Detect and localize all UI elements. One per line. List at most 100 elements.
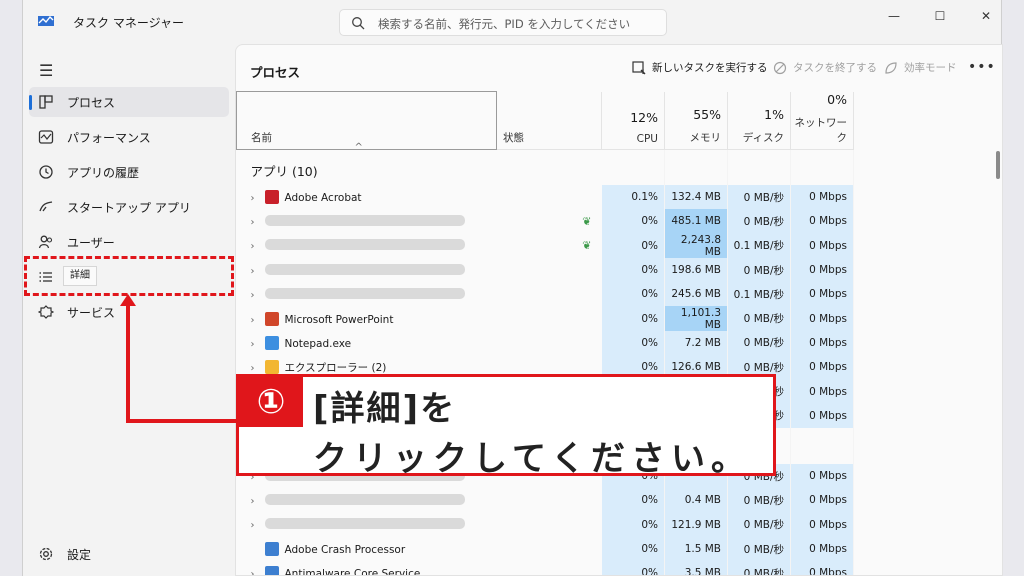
process-name-cell: › <box>237 209 497 233</box>
leaf-icon <box>885 61 897 74</box>
net-cell: 0 Mbps <box>790 209 854 234</box>
chevron-right-icon[interactable]: › <box>251 363 265 374</box>
cpu-cell: 0% <box>601 512 665 537</box>
processes-icon <box>39 95 53 109</box>
chevron-right-icon[interactable]: › <box>251 193 265 204</box>
step-number: ① <box>239 377 303 427</box>
startup-icon <box>39 201 53 212</box>
process-name-cell: › Antimalware Core Service <box>237 561 497 576</box>
process-table: ^ 名前 状態 12% CPU 55% メモリ 1% ディスク 0% ネットワーク アプ… <box>236 91 854 576</box>
process-name-cell: › <box>237 282 497 306</box>
cpu-cell: 0% <box>601 561 665 575</box>
disk-cell: 0.1 MB/秒 <box>727 282 791 307</box>
process-icon <box>264 335 279 350</box>
net-cell: 0 Mbps <box>790 536 854 562</box>
maximize-button[interactable]: ☐ <box>925 6 955 26</box>
instruction-line-1: [詳細]を <box>313 389 457 429</box>
sidebar-item-app-history[interactable]: アプリの履歴 <box>29 157 229 187</box>
table-row[interactable]: › ❦ 0% 485.1 MB 0 MB/秒 0 Mbps <box>237 209 854 234</box>
sidebar-item-startup-apps[interactable]: スタートアップ アプリ <box>29 192 229 222</box>
status-cell <box>497 306 602 330</box>
sidebar-item-settings[interactable]: 設定 <box>29 539 229 569</box>
table-row[interactable]: › 0% 121.9 MB 0 MB/秒 0 Mbps <box>237 512 854 537</box>
column-header-name-label: 名前 <box>251 131 272 144</box>
sidebar-item-label: サービス <box>67 306 116 320</box>
table-row[interactable]: › Antimalware Core Service 0% 3.5 MB 0 MB/秒 0… <box>237 561 854 576</box>
chevron-right-icon[interactable]: › <box>251 339 265 350</box>
net-cell: 0 Mbps <box>790 330 854 356</box>
efficiency-leaf-icon: ❦ <box>582 214 592 228</box>
chevron-right-icon[interactable]: › <box>251 569 265 575</box>
scrollbar-thumb[interactable] <box>996 151 1000 179</box>
net-cell: 0 Mbps <box>790 379 854 404</box>
end-task-button[interactable]: タスクを終了する <box>773 60 877 75</box>
column-header-name[interactable]: ^ 名前 <box>236 91 497 153</box>
status-cell <box>497 561 602 575</box>
chevron-right-icon[interactable]: › <box>251 266 265 277</box>
chevron-right-icon[interactable]: › <box>251 290 265 301</box>
process-icon <box>264 311 279 326</box>
mem-cell: 3.5 MB <box>664 561 728 575</box>
net-cell: 0 Mbps <box>790 185 854 210</box>
table-row[interactable]: › 0% 245.6 MB 0.1 MB/秒 0 Mbps <box>237 282 854 307</box>
mem-cell: 0.4 MB <box>664 488 728 513</box>
sidebar-item-performance[interactable]: パフォーマンス <box>29 122 229 152</box>
process-name: エクスプローラー (2) <box>284 361 387 374</box>
chevron-right-icon[interactable]: › <box>251 315 265 326</box>
table-row[interactable]: › Adobe Acrobat 0.1% 132.4 MB 0 MB/秒 0 Mbps <box>237 185 854 210</box>
table-row[interactable]: › Notepad.exe 0% 7.2 MB 0 MB/秒 0 Mbps <box>237 330 854 356</box>
chevron-right-icon[interactable]: › <box>251 241 265 252</box>
cpu-cell: 0% <box>601 488 665 513</box>
table-row[interactable]: › Microsoft PowerPoint 0% 1,101.3 MB 0 MB/秒 0… <box>237 306 854 331</box>
status-cell <box>497 537 602 561</box>
sidebar-item-users[interactable]: ユーザー <box>29 227 229 257</box>
column-header-memory[interactable]: 55% メモリ <box>664 91 728 150</box>
column-header-disk[interactable]: 1% ディスク <box>727 91 791 150</box>
process-name: Antimalware Core Service <box>284 568 421 576</box>
blurred-process-name <box>264 287 465 299</box>
table-header-row: ^ 名前 状態 12% CPU 55% メモリ 1% ディスク 0% ネットワーク <box>236 91 854 153</box>
status-cell <box>497 185 602 209</box>
efficiency-mode-button[interactable]: 効率モード <box>884 60 957 75</box>
column-header-memory-label: メモリ <box>689 131 722 144</box>
chevron-right-icon[interactable]: › <box>251 217 265 228</box>
column-header-cpu[interactable]: 12% CPU <box>601 91 665 150</box>
mem-cell: 121.9 MB <box>664 512 728 537</box>
column-header-network-label: ネットワーク <box>794 116 848 144</box>
process-icon <box>264 359 279 374</box>
history-icon <box>39 165 53 179</box>
column-header-status-label: 状態 <box>503 131 524 144</box>
column-header-network[interactable]: 0% ネットワーク <box>790 91 854 150</box>
table-row[interactable]: › 0% 0.4 MB 0 MB/秒 0 Mbps <box>237 488 854 513</box>
process-icon <box>264 542 279 556</box>
sidebar-item-label: 設定 <box>67 548 92 562</box>
sidebar-item-label: パフォーマンス <box>67 131 151 145</box>
blurred-process-name <box>264 493 465 505</box>
minimize-button[interactable]: — <box>879 6 909 26</box>
net-cell: 0 Mbps <box>790 403 854 428</box>
mem-cell: 2,243.8 MB <box>664 233 728 258</box>
process-name-cell: › Microsoft PowerPoint <box>237 306 497 330</box>
hamburger-menu-icon[interactable]: ☰ <box>39 61 53 80</box>
status-cell: ❦ <box>497 234 602 258</box>
sidebar-item-processes[interactable]: プロセス <box>29 87 229 117</box>
mem-cell: 245.6 MB <box>664 282 728 307</box>
chevron-right-icon[interactable]: › <box>251 520 265 531</box>
table-row[interactable]: › ❦ 0% 2,243.8 MB 0.1 MB/秒 0 Mbps <box>237 233 854 258</box>
search-box[interactable]: 検索する名前、発行元、PID を入力してください <box>339 9 667 36</box>
mem-cell: 1,101.3 MB <box>664 306 728 331</box>
table-row[interactable]: Adobe Crash Processor 0% 1.5 MB 0 MB/秒 0 Mbp… <box>237 536 854 562</box>
table-row[interactable]: › 0% 198.6 MB 0 MB/秒 0 Mbps <box>237 257 854 283</box>
more-options-icon[interactable]: ••• <box>968 59 996 75</box>
search-input[interactable]: 検索する名前、発行元、PID を入力してください <box>378 16 630 32</box>
group-row-apps: アプリ (10) <box>237 149 854 185</box>
efficiency-leaf-icon: ❦ <box>582 239 592 253</box>
status-cell <box>497 488 602 512</box>
active-indicator <box>29 95 32 110</box>
run-new-task-button[interactable]: 新しいタスクを実行する <box>632 60 768 75</box>
instruction-callout: ① [詳細]を クリックしてください。 <box>236 374 776 479</box>
close-button[interactable]: ✕ <box>971 6 1001 26</box>
chevron-right-icon[interactable]: › <box>251 496 265 507</box>
column-header-status[interactable]: 状態 <box>496 91 602 150</box>
process-name-cell: › <box>237 513 497 537</box>
